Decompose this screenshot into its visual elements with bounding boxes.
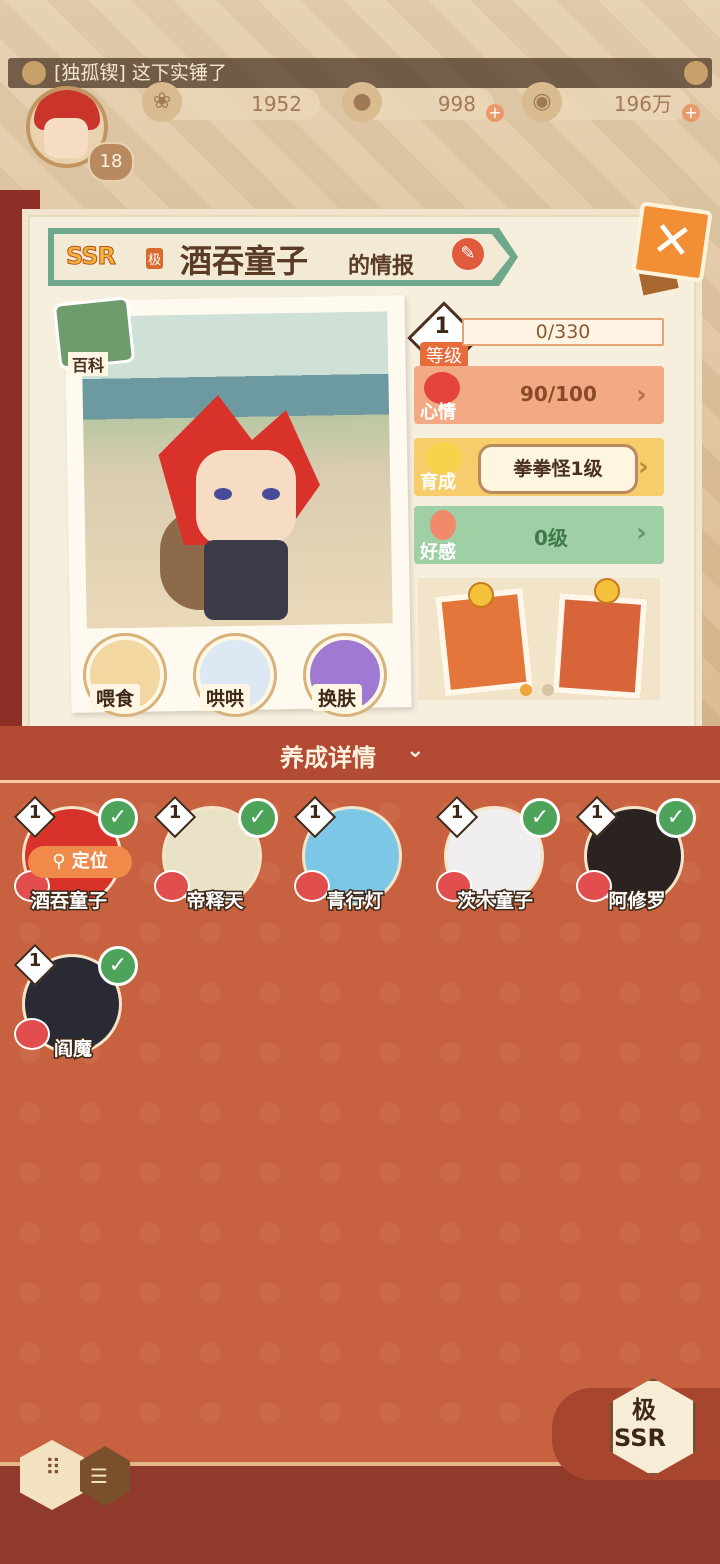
shikigami-name: 酒吞童子: [180, 242, 309, 280]
pin-icon: [468, 582, 494, 608]
locate-label: 定位: [71, 851, 108, 872]
gourd-value: 998: [437, 92, 476, 116]
training-chevron-icon: ›: [638, 452, 649, 482]
hero-card[interactable]: 1 ✓ 帝释天: [153, 795, 278, 914]
page-dot[interactable]: [542, 684, 554, 696]
close-button[interactable]: ✕: [631, 201, 713, 283]
mood-chevron-icon: ›: [636, 380, 647, 410]
hero-level: 1: [450, 802, 464, 823]
hero-name: 青行灯: [325, 889, 385, 914]
experience-value: 0/330: [535, 321, 591, 343]
coin-icon: ◉: [522, 82, 562, 122]
edit-name-icon[interactable]: ✎: [452, 238, 484, 270]
training-detail-title: 养成详情: [280, 744, 376, 772]
gourd-icon: ●: [342, 82, 382, 122]
chat-message: [独孤锲] 这下实锤了: [54, 62, 227, 84]
hero-name: 阎魔: [52, 1037, 93, 1062]
change-skin-label: 换肤: [312, 684, 363, 711]
jade-value: 1952: [251, 92, 302, 116]
hero-name: 酒吞童子: [29, 889, 108, 914]
training-value: 拳拳怪1级: [478, 444, 638, 494]
hero-level: 1: [168, 802, 182, 823]
player-level-badge: 18: [88, 142, 134, 182]
level-label: 等级: [420, 342, 468, 368]
check-icon: ✓: [98, 946, 138, 986]
expand-chevron-icon[interactable]: ⌄: [406, 738, 424, 763]
character-body: [204, 540, 288, 620]
check-icon: ✓: [656, 798, 696, 838]
hero-level: 1: [590, 802, 604, 823]
hero-level: 1: [28, 950, 42, 971]
mood-label: 心情: [420, 402, 456, 423]
rarity-badge: SSR: [66, 242, 117, 271]
locate-button[interactable]: ⚲ 定位: [28, 846, 132, 878]
add-gourd-button[interactable]: +: [486, 104, 504, 122]
check-icon: ✓: [98, 798, 138, 838]
grid-icon: ⠿: [44, 1456, 62, 1481]
rarity-sub-badge: 极: [146, 248, 164, 269]
rarity-filter-line1: 极: [632, 1396, 656, 1424]
hero-card[interactable]: 1 青行灯: [293, 795, 402, 914]
character-eye: [214, 488, 232, 500]
pin-icon: [594, 578, 620, 604]
training-label: 育成: [420, 472, 456, 493]
hero-name: 帝释天: [185, 889, 245, 914]
flower-icon: [684, 61, 708, 85]
hero-level: 1: [28, 802, 42, 823]
jade-icon: ❀: [142, 82, 182, 122]
mood-value: 90/100: [520, 382, 597, 406]
favor-icon: [430, 510, 456, 540]
favor-value: 0级: [534, 526, 568, 550]
feed-label: 喂食: [90, 684, 141, 711]
page-dot-active[interactable]: [520, 684, 532, 696]
memory-card[interactable]: [552, 593, 648, 699]
pin-icon: ⚲: [52, 851, 72, 872]
hero-card[interactable]: 1 ✓ 阎魔: [13, 943, 138, 1062]
experience-bar: 0/330: [462, 318, 664, 346]
title-suffix: 的情报: [348, 254, 415, 279]
character-eye: [262, 488, 280, 500]
check-icon: ✓: [238, 798, 278, 838]
level-number: 1: [434, 314, 450, 339]
hero-name: 阿修罗: [607, 889, 667, 914]
check-icon: ✓: [520, 798, 560, 838]
favor-chevron-icon: ›: [636, 518, 647, 548]
coin-value: 196万: [613, 92, 672, 116]
hero-level: 1: [308, 802, 322, 823]
rarity-filter-line2: SSR: [614, 1424, 666, 1452]
hero-name: 茨木童子: [455, 889, 534, 914]
list-icon: ☰: [90, 1464, 108, 1488]
add-coin-button[interactable]: +: [682, 104, 700, 122]
flower-icon: [22, 61, 46, 85]
encyclopedia-label: 百科: [68, 352, 109, 376]
coax-label: 哄哄: [200, 684, 251, 711]
hero-card[interactable]: 1 ✓ 茨木童子: [435, 795, 560, 914]
hero-card[interactable]: 1 ✓ 阿修罗: [575, 795, 696, 914]
favor-label: 好感: [420, 542, 456, 563]
jade-counter: 1952: [160, 88, 320, 120]
character-face: [196, 450, 296, 546]
